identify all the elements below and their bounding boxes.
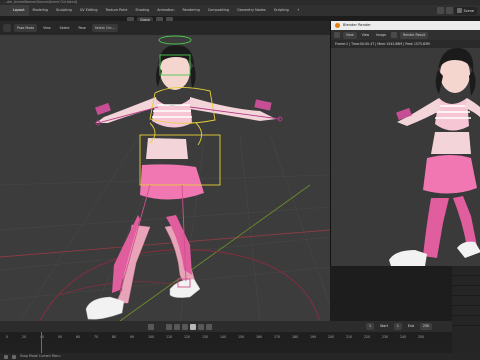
ruler-tick: 50 bbox=[58, 335, 63, 339]
ruler-tick: 90 bbox=[130, 335, 135, 339]
start-frame-label: Start bbox=[380, 324, 388, 328]
character-model[interactable] bbox=[85, 45, 276, 320]
ruler-tick: 200 bbox=[328, 335, 335, 339]
ruler-tick: 150 bbox=[238, 335, 245, 339]
end-frame-field[interactable]: 250 bbox=[419, 323, 433, 330]
render-window: Blender Render View View Image Render Re… bbox=[330, 21, 480, 266]
image-editor-icon[interactable] bbox=[334, 32, 340, 38]
workspace-bar: Layout Modeling Sculpting UV Editing Tex… bbox=[0, 5, 480, 16]
play-reverse-icon[interactable] bbox=[182, 323, 188, 330]
playback-controls: 1 Start 1 End 250 bbox=[0, 321, 452, 332]
scene-icon bbox=[456, 8, 462, 13]
outliner-row[interactable] bbox=[452, 306, 480, 316]
end-frame-label: End bbox=[407, 324, 414, 328]
head-control-ring[interactable] bbox=[158, 35, 192, 45]
ruler-tick: 120 bbox=[184, 335, 191, 339]
ruler-tick: 140 bbox=[220, 335, 227, 339]
ruler-tick: 250 bbox=[418, 335, 425, 339]
tab-compositing[interactable]: Compositing bbox=[204, 5, 233, 16]
ruler-tick: 240 bbox=[400, 335, 407, 339]
prev-keyframe-icon[interactable] bbox=[174, 323, 180, 330]
viewport-scene bbox=[0, 35, 330, 321]
blender-logo-icon bbox=[335, 23, 340, 28]
ruler-tick: 130 bbox=[202, 335, 209, 339]
ruler-tick: 220 bbox=[364, 335, 371, 339]
outliner-row[interactable] bbox=[452, 316, 480, 326]
ruler-tick: 100 bbox=[148, 335, 155, 339]
ruler-tick: 80 bbox=[112, 335, 117, 339]
select-mode-dropdown[interactable]: Select Circ... bbox=[91, 24, 118, 32]
play-icon[interactable] bbox=[190, 323, 196, 330]
outliner-row[interactable] bbox=[452, 296, 480, 306]
ruler-tick: 0 bbox=[6, 335, 9, 339]
playhead[interactable] bbox=[41, 332, 42, 353]
status-bar: Snap Mode Current Menu bbox=[0, 353, 480, 360]
scene-label: Scene bbox=[463, 8, 474, 13]
menu-view[interactable]: View bbox=[40, 24, 54, 32]
ruler-tick: 110 bbox=[166, 335, 173, 339]
tab-scripting[interactable]: Scripting bbox=[270, 5, 293, 16]
jump-start-icon[interactable] bbox=[166, 323, 172, 330]
frame-ruler[interactable]: 0 20 40 50 60 70 80 90 100 110 120 130 1… bbox=[0, 332, 452, 343]
rendered-character bbox=[389, 48, 480, 266]
render-icon[interactable] bbox=[445, 7, 453, 14]
ruler-tick: 190 bbox=[310, 335, 317, 339]
render-preview bbox=[389, 48, 480, 266]
scene-selector[interactable]: Scene bbox=[453, 6, 477, 15]
ruler-tick: 60 bbox=[76, 335, 81, 339]
floor-grid bbox=[0, 134, 330, 321]
current-frame-field[interactable]: 1 bbox=[366, 323, 375, 330]
menu-image[interactable]: Image bbox=[374, 32, 388, 39]
3d-viewport[interactable] bbox=[0, 35, 330, 321]
menu-view-mode[interactable]: View bbox=[343, 31, 357, 39]
tab-uv-editing[interactable]: UV Editing bbox=[76, 5, 102, 16]
render-window-menubar: View View Image Render Result bbox=[331, 30, 480, 40]
timeline-track-area[interactable] bbox=[0, 343, 452, 353]
editor-type-icon[interactable] bbox=[3, 24, 11, 32]
render-result-selector[interactable]: Render Result bbox=[400, 31, 429, 39]
y-axis-line bbox=[119, 184, 311, 321]
tab-geometry-nodes[interactable]: Geometry Nodes bbox=[233, 5, 270, 16]
menu-pose[interactable]: Pose bbox=[76, 24, 89, 32]
menu-view[interactable]: View bbox=[360, 32, 372, 39]
ruler-tick: 230 bbox=[382, 335, 389, 339]
menu-file-icon[interactable] bbox=[0, 5, 9, 16]
outliner-row[interactable] bbox=[452, 266, 480, 276]
status-text: Snap Mode Current Menu bbox=[20, 354, 61, 358]
x-axis-line bbox=[0, 229, 330, 258]
ruler-tick: 210 bbox=[346, 335, 353, 339]
ruler-tick: 170 bbox=[274, 335, 281, 339]
tab-layout[interactable]: Layout bbox=[9, 5, 29, 16]
menu-select[interactable]: Select bbox=[57, 24, 73, 32]
image-browse-icon[interactable] bbox=[391, 32, 398, 38]
ruler-tick: 180 bbox=[292, 335, 299, 339]
render-window-titlebar[interactable]: Blender Render bbox=[331, 21, 480, 30]
outliner-row[interactable] bbox=[452, 286, 480, 296]
render-stats: Frame:1 | Time:00:00.47 | Mem:1542.86M |… bbox=[331, 40, 480, 48]
tab-sculpting[interactable]: Sculpting bbox=[52, 5, 76, 16]
render-image[interactable] bbox=[331, 48, 480, 266]
start-frame-field[interactable]: 1 bbox=[393, 323, 402, 330]
tab-rendering[interactable]: Rendering bbox=[178, 5, 203, 16]
ruler-tick: 160 bbox=[256, 335, 263, 339]
outliner-strip bbox=[452, 266, 480, 360]
record-icon[interactable] bbox=[148, 323, 154, 330]
view-layer-icon[interactable] bbox=[436, 7, 444, 14]
jump-end-icon[interactable] bbox=[206, 323, 212, 330]
ruler-tick: 20 bbox=[22, 335, 27, 339]
render-window-title: Blender Render bbox=[343, 23, 371, 27]
add-workspace-button[interactable]: + bbox=[293, 5, 304, 16]
mouse-middle-icon bbox=[12, 354, 16, 359]
ruler-tick: 70 bbox=[94, 335, 99, 339]
tab-modeling[interactable]: Modeling bbox=[29, 5, 52, 16]
mouse-left-icon bbox=[4, 354, 8, 359]
next-keyframe-icon[interactable] bbox=[198, 323, 204, 330]
mode-selector[interactable]: Pose Mode bbox=[14, 24, 38, 32]
outliner-row[interactable] bbox=[452, 276, 480, 286]
viewport-header: Pose Mode View Select Pose Select Circ..… bbox=[0, 21, 330, 35]
